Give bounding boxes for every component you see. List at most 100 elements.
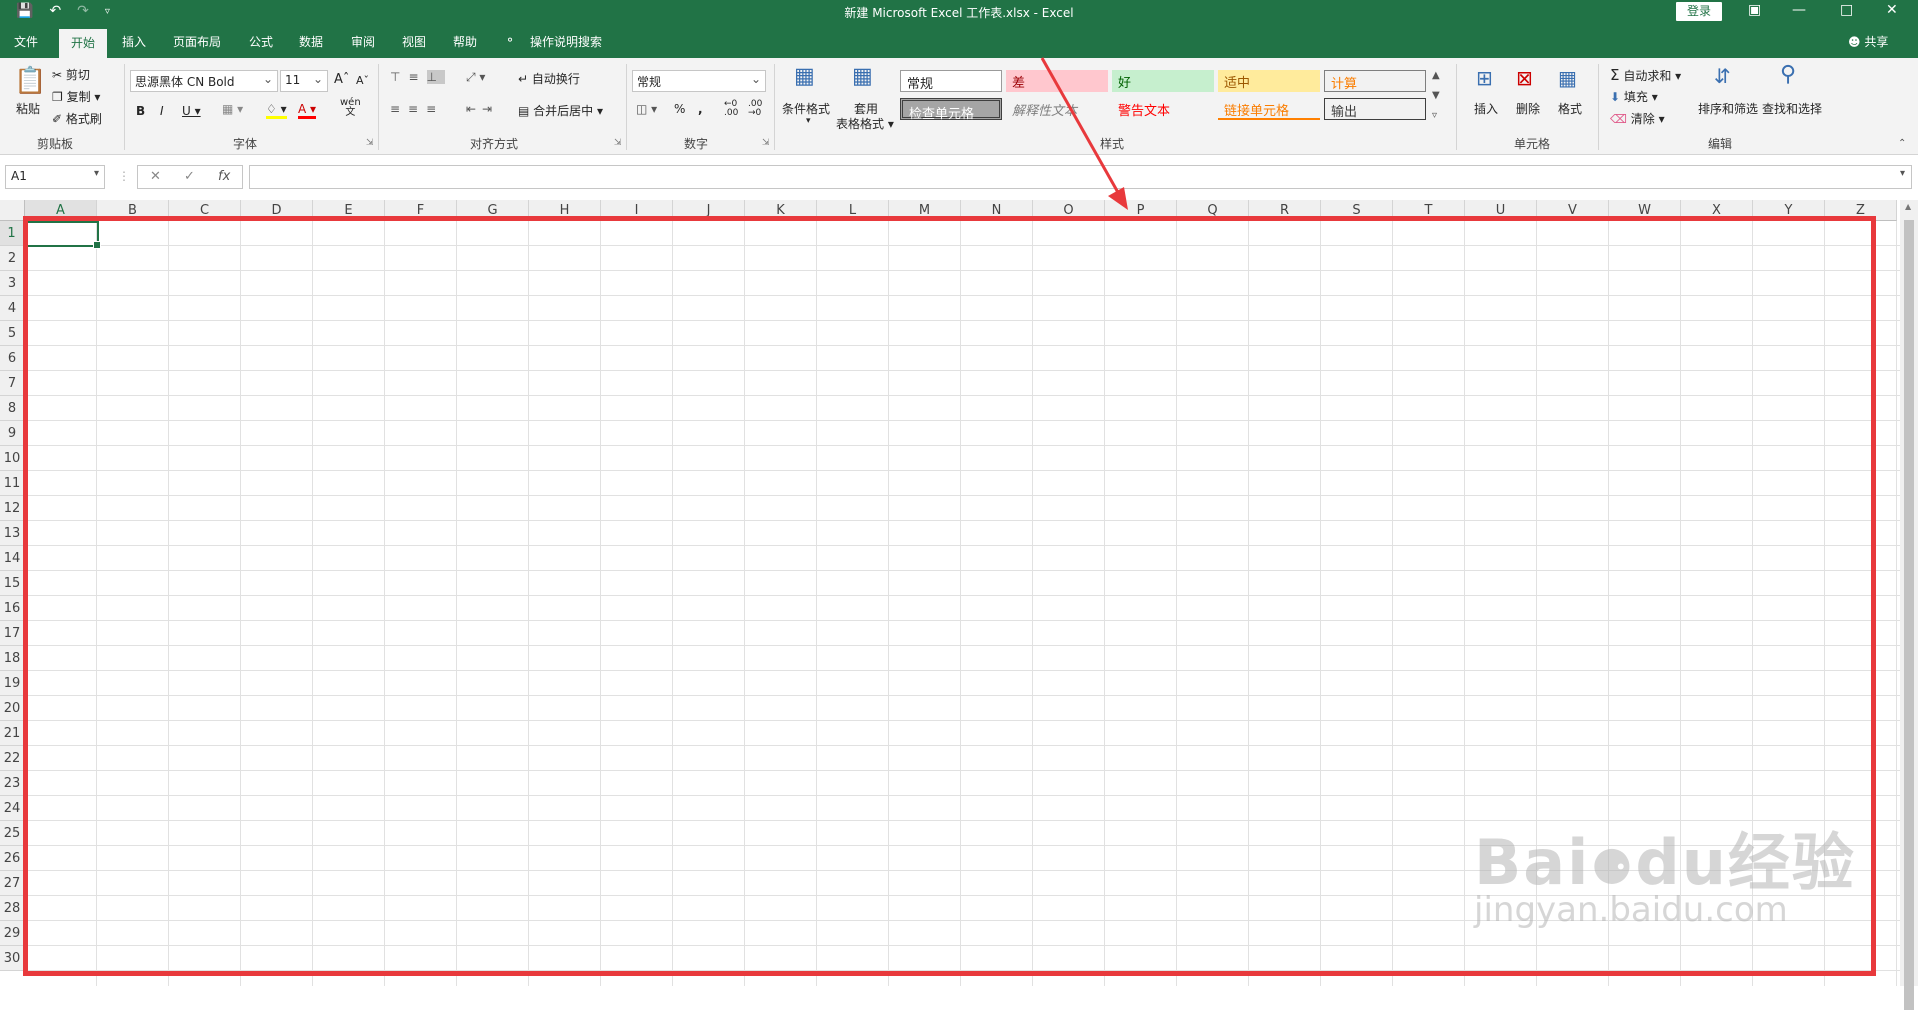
tab-help[interactable]: 帮助 xyxy=(453,33,477,50)
row-header-16[interactable]: 16 xyxy=(0,596,25,621)
number-format-select[interactable]: 常规 ⌄ xyxy=(632,70,766,92)
comma-button[interactable]: , xyxy=(698,102,703,116)
format-painter-button[interactable]: ✐ 格式刷 xyxy=(52,110,102,127)
delete-cells-button[interactable]: 删除 xyxy=(1516,100,1540,117)
conditional-format-button[interactable]: 条件格式 xyxy=(782,100,830,117)
row-header-14[interactable]: 14 xyxy=(0,546,25,571)
decrease-decimal-icon[interactable]: .00 →0 xyxy=(748,100,762,118)
decrease-font-icon[interactable]: Aˇ xyxy=(356,74,369,87)
orientation-icon[interactable]: ⤢ ▾ xyxy=(466,70,485,85)
formula-input[interactable]: ▾ xyxy=(249,165,1912,189)
row-header-3[interactable]: 3 xyxy=(0,271,25,296)
horizontal-align-icons[interactable]: ≡≡≡ xyxy=(390,102,444,116)
font-name-select[interactable]: 思源黑体 CN Bold ⌄ xyxy=(130,70,278,92)
row-header-12[interactable]: 12 xyxy=(0,496,25,521)
conditional-format-icon[interactable]: ▦ xyxy=(794,64,815,89)
row-header-13[interactable]: 13 xyxy=(0,521,25,546)
number-launcher-icon[interactable]: ⇲ xyxy=(762,138,770,148)
row-header-15[interactable]: 15 xyxy=(0,571,25,596)
phonetic-icon[interactable]: wén 文 xyxy=(340,98,361,118)
style-output[interactable]: 输出 xyxy=(1324,98,1426,120)
style-check-cell[interactable]: 检查单元格 xyxy=(900,98,1002,122)
tab-page-layout[interactable]: 页面布局 xyxy=(173,33,221,50)
sort-filter-button[interactable]: 排序和筛选 xyxy=(1698,100,1758,117)
row-header-5[interactable]: 5 xyxy=(0,321,25,346)
row-header-26[interactable]: 26 xyxy=(0,846,25,871)
format-cells-icon[interactable]: ▦ xyxy=(1558,66,1577,90)
maximize-icon[interactable]: □ xyxy=(1840,2,1853,18)
row-header-11[interactable]: 11 xyxy=(0,471,25,496)
row-header-7[interactable]: 7 xyxy=(0,371,25,396)
row-header-9[interactable]: 9 xyxy=(0,421,25,446)
style-good[interactable]: 好 xyxy=(1112,70,1214,92)
border-icon[interactable]: ▦ ▾ xyxy=(222,102,243,116)
tab-formulas[interactable]: 公式 xyxy=(249,33,273,50)
row-header-27[interactable]: 27 xyxy=(0,871,25,896)
underline-button[interactable]: U ▾ xyxy=(182,104,201,118)
cancel-icon[interactable]: ✕ xyxy=(150,169,161,184)
sort-filter-icon[interactable]: ⇵ xyxy=(1714,64,1731,88)
row-header-25[interactable]: 25 xyxy=(0,821,25,846)
tab-view[interactable]: 视图 xyxy=(402,33,426,50)
share-button[interactable]: ☻ 共享 xyxy=(1848,33,1888,50)
row-header-28[interactable]: 28 xyxy=(0,896,25,921)
increase-decimal-icon[interactable]: ←0.00 xyxy=(724,100,738,118)
format-cells-button[interactable]: 格式 xyxy=(1558,100,1582,117)
insert-cells-button[interactable]: 插入 xyxy=(1474,100,1498,117)
clear-button[interactable]: ⌫ 清除 ▾ xyxy=(1610,110,1665,127)
tab-file[interactable]: 文件 xyxy=(14,33,38,50)
font-size-select[interactable]: 11 ⌄ xyxy=(280,70,328,92)
style-bad[interactable]: 差 xyxy=(1006,70,1108,92)
tab-data[interactable]: 数据 xyxy=(299,33,323,50)
font-launcher-icon[interactable]: ⇲ xyxy=(366,138,374,148)
expand-formula-icon[interactable]: ▾ xyxy=(1900,168,1905,179)
close-icon[interactable]: ✕ xyxy=(1886,2,1898,18)
percent-button[interactable]: % xyxy=(674,102,685,116)
scroll-up-icon[interactable]: ▲ xyxy=(1905,202,1911,211)
find-select-button[interactable]: 查找和选择 xyxy=(1762,100,1822,117)
paste-icon[interactable]: 📋 xyxy=(14,66,46,96)
indent-icons[interactable]: ⇤⇥ xyxy=(466,102,498,116)
tab-home[interactable]: 开始 xyxy=(59,29,108,58)
style-explanatory[interactable]: 解释性文本 xyxy=(1006,98,1108,120)
row-header-19[interactable]: 19 xyxy=(0,671,25,696)
row-header-29[interactable]: 29 xyxy=(0,921,25,946)
style-neutral[interactable]: 适中 xyxy=(1218,70,1320,92)
table-format-button[interactable]: 表格格式 ▾ xyxy=(836,115,894,132)
font-color-icon[interactable]: A ▾ xyxy=(298,102,317,119)
style-calculation[interactable]: 计算 xyxy=(1324,70,1426,92)
scrollbar-thumb[interactable] xyxy=(1904,220,1914,1010)
alignment-launcher-icon[interactable]: ⇲ xyxy=(614,138,622,148)
vertical-scrollbar[interactable]: ▲ xyxy=(1900,200,1918,1010)
autosum-button[interactable]: Σ 自动求和 ▾ xyxy=(1610,66,1681,84)
fill-color-icon[interactable]: ♢ ▾ xyxy=(266,102,287,119)
row-header-8[interactable]: 8 xyxy=(0,396,25,421)
style-linked-cell[interactable]: 链接单元格 xyxy=(1218,98,1320,120)
enter-icon[interactable]: ✓ xyxy=(184,169,195,184)
row-header-17[interactable]: 17 xyxy=(0,621,25,646)
ribbon-display-icon[interactable]: ▣ xyxy=(1748,2,1761,18)
minimize-icon[interactable]: — xyxy=(1792,2,1806,18)
copy-button[interactable]: ❐ 复制 ▾ xyxy=(52,88,100,105)
row-header-6[interactable]: 6 xyxy=(0,346,25,371)
collapse-ribbon-icon[interactable]: ⌃ xyxy=(1898,138,1906,149)
sign-in-button[interactable]: 登录 xyxy=(1676,2,1722,21)
fill-button[interactable]: ⬇ 填充 ▾ xyxy=(1610,88,1658,105)
row-header-24[interactable]: 24 xyxy=(0,796,25,821)
tab-insert[interactable]: 插入 xyxy=(122,33,146,50)
table-format-icon[interactable]: ▦ xyxy=(852,64,873,89)
delete-cells-icon[interactable]: ⊠ xyxy=(1516,66,1533,90)
italic-button[interactable]: I xyxy=(160,104,164,118)
merge-center-button[interactable]: ▤ 合并后居中 ▾ xyxy=(518,102,603,119)
paste-button[interactable]: 粘贴 xyxy=(16,100,40,117)
tab-review[interactable]: 审阅 xyxy=(351,33,375,50)
styles-scroll-icons[interactable]: ▲ ▼ ▿ xyxy=(1432,66,1440,126)
insert-cells-icon[interactable]: ⊞ xyxy=(1476,66,1493,90)
insert-function-icon[interactable]: fx xyxy=(218,169,230,184)
row-header-2[interactable]: 2 xyxy=(0,246,25,271)
row-header-4[interactable]: 4 xyxy=(0,296,25,321)
currency-icon[interactable]: ◫ ▾ xyxy=(636,102,657,116)
name-box[interactable]: A1 ▾ xyxy=(5,165,105,189)
row-header-20[interactable]: 20 xyxy=(0,696,25,721)
row-header-23[interactable]: 23 xyxy=(0,771,25,796)
